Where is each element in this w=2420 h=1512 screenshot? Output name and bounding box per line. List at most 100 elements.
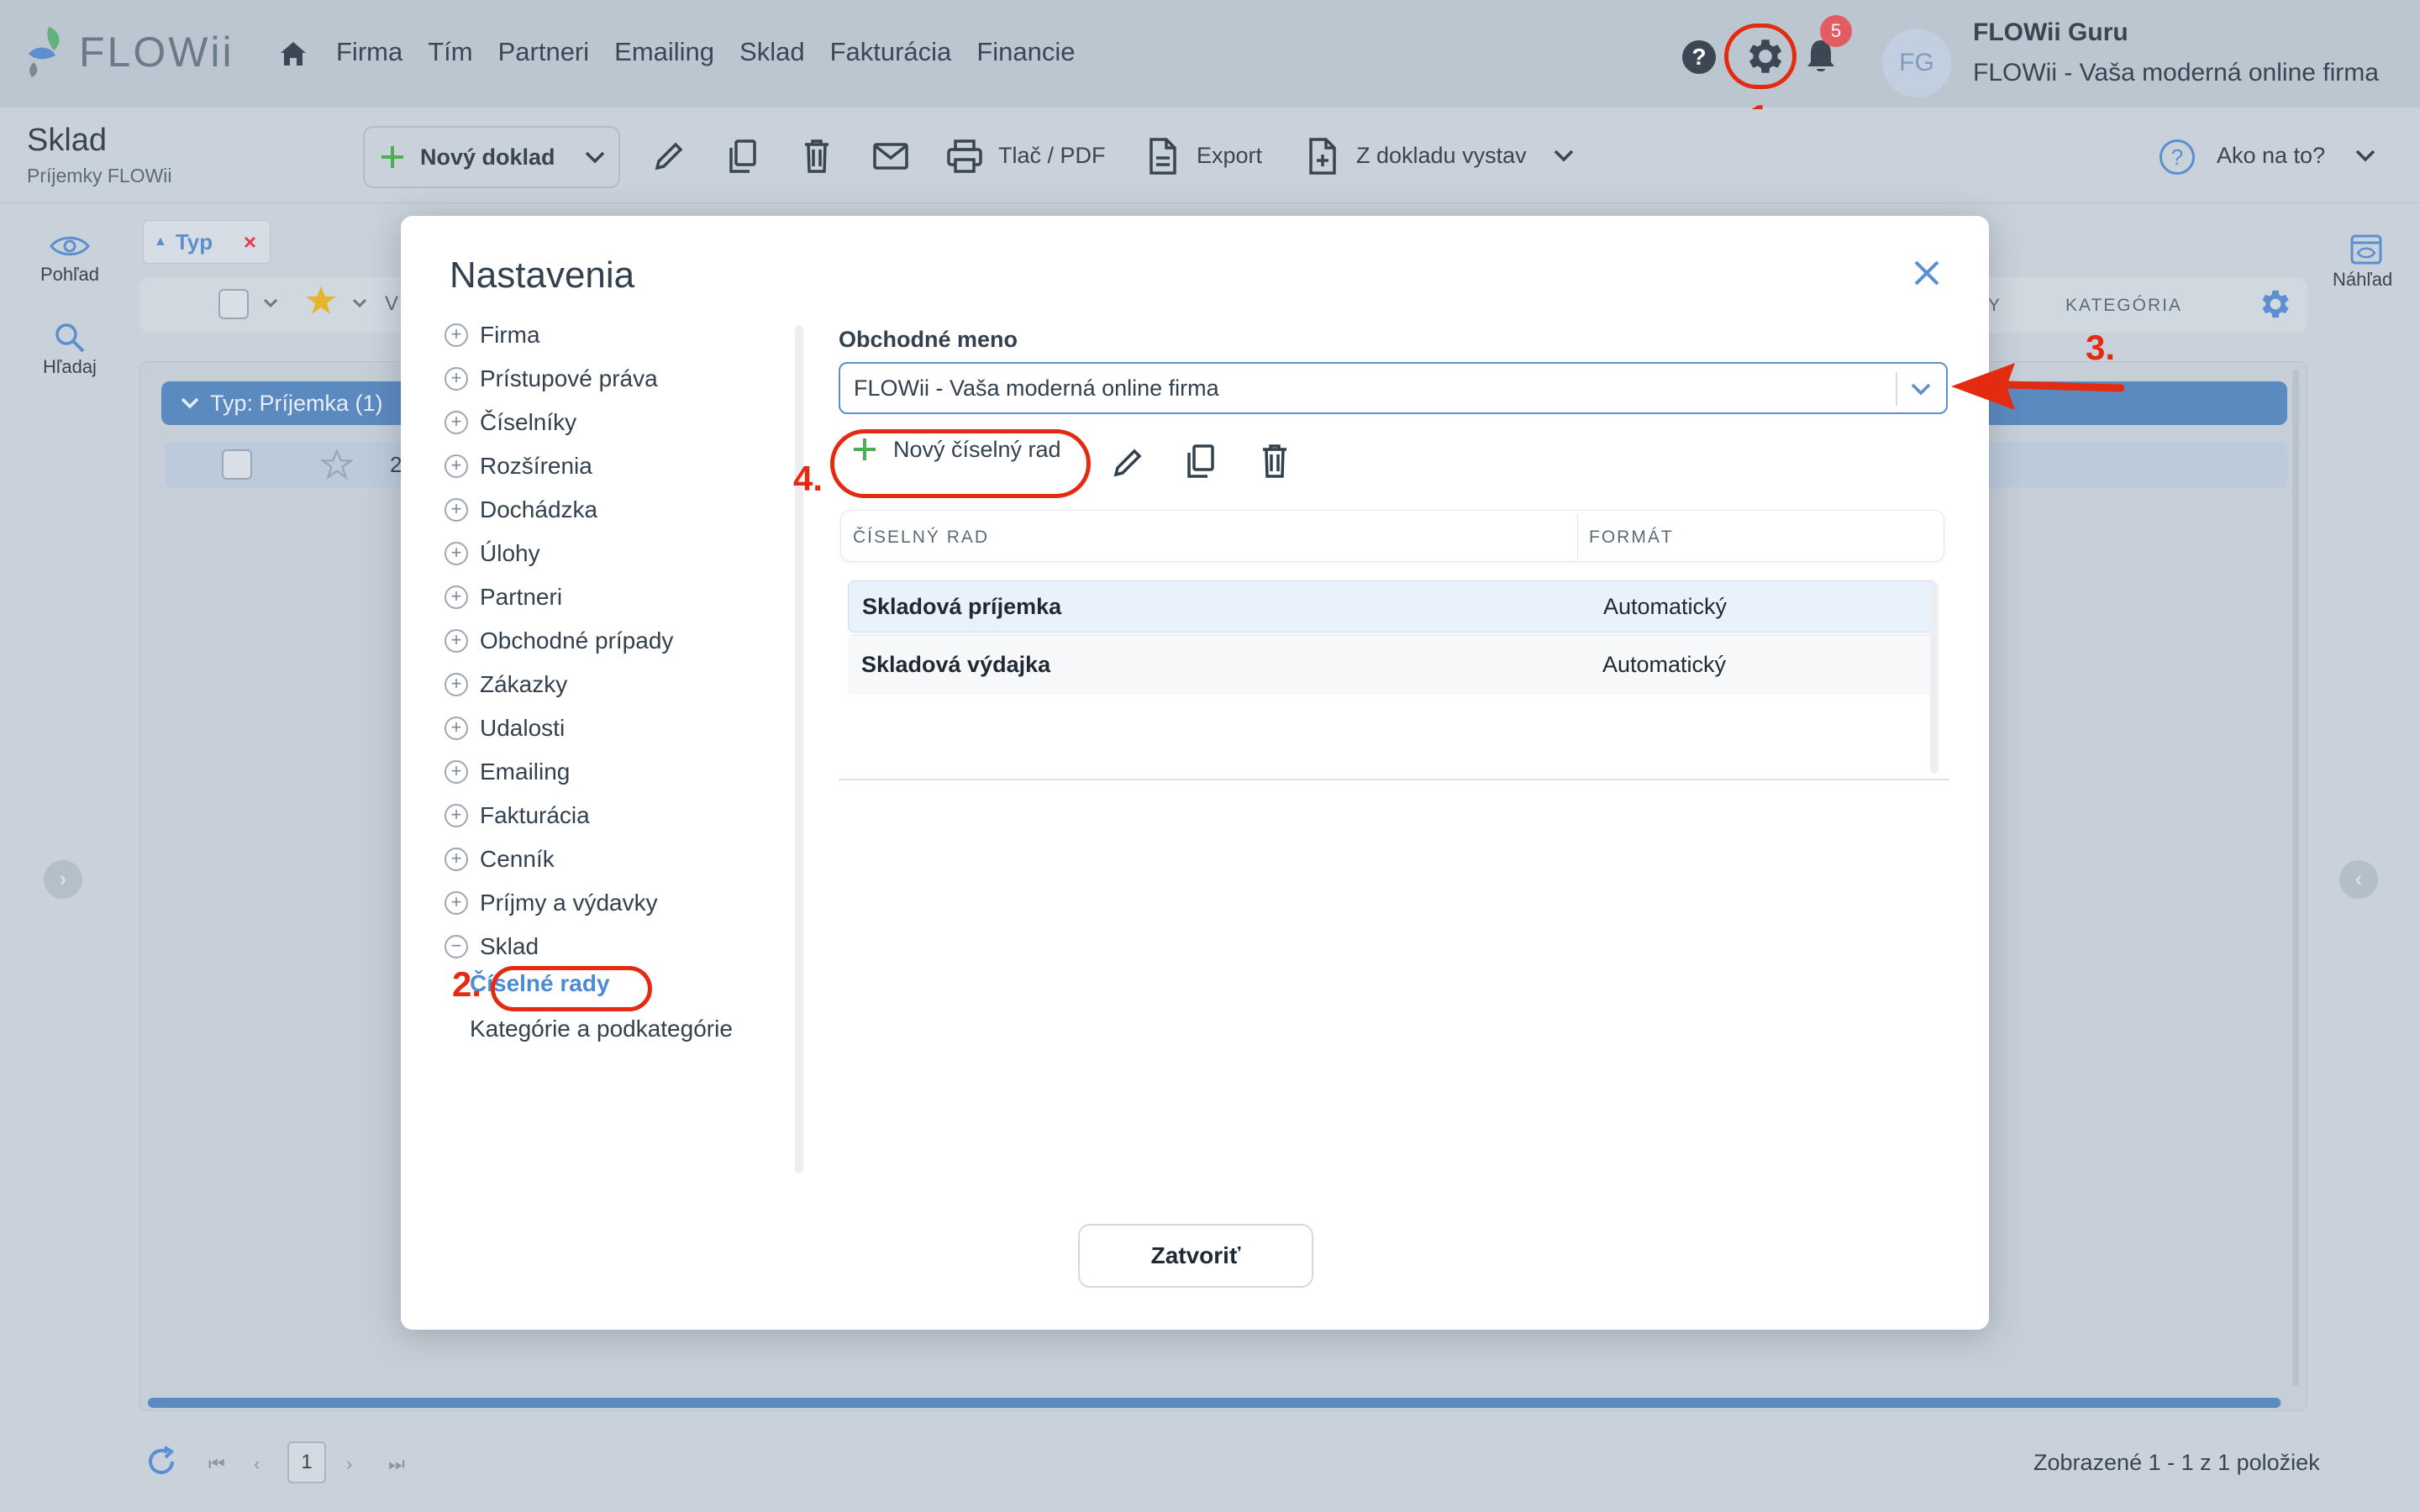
first-page-icon[interactable]: ⏮ bbox=[208, 1453, 225, 1475]
right-scroll-arrow-icon[interactable]: ‹ bbox=[2339, 860, 2378, 899]
user-name[interactable]: FLOWii Guru bbox=[1973, 18, 2128, 47]
type-filter-chip[interactable]: ▲ Typ × bbox=[143, 220, 271, 264]
document-add-icon[interactable] bbox=[1307, 138, 1338, 175]
edit-pencil-icon[interactable] bbox=[652, 138, 686, 175]
menu-item-sklad[interactable]: Sklad bbox=[739, 37, 805, 67]
sidebar-item-label: Rozšírenia bbox=[480, 453, 592, 479]
sidebar-item-obchodne-pripady[interactable]: + Obchodné prípady bbox=[445, 627, 673, 654]
question-circle-icon[interactable]: ? bbox=[2160, 139, 2195, 175]
delete-trash-icon[interactable] bbox=[802, 138, 832, 175]
copy-icon[interactable] bbox=[1184, 443, 1218, 480]
sidebar-item-cennik[interactable]: + Cenník bbox=[445, 846, 555, 873]
menu-item-firma[interactable]: Firma bbox=[336, 37, 402, 67]
series-format-cell: Automatický bbox=[1603, 594, 1728, 619]
sidebar-item-pristupove-prava[interactable]: + Prístupové práva bbox=[445, 365, 658, 392]
search-button[interactable]: Hľadaj bbox=[24, 321, 116, 378]
print-pdf-button[interactable]: Tlač / PDF bbox=[998, 143, 1106, 169]
preview-button[interactable] bbox=[2349, 234, 2383, 265]
sidebar-item-ciselniky[interactable]: + Číselníky bbox=[445, 409, 576, 436]
remove-filter-icon[interactable]: × bbox=[244, 229, 256, 255]
menu-item-tim[interactable]: Tím bbox=[428, 37, 472, 67]
series-name-cell: Skladová výdajka bbox=[861, 652, 1051, 677]
search-label: Hľadaj bbox=[43, 356, 97, 377]
new-document-button[interactable]: Nový doklad bbox=[363, 126, 620, 188]
pagination-info: Zobrazené 1 - 1 z 1 položiek bbox=[2033, 1450, 2320, 1475]
how-to-chevron-icon[interactable] bbox=[2354, 148, 2376, 163]
refresh-icon[interactable] bbox=[145, 1445, 178, 1478]
user-avatar[interactable]: FG bbox=[1882, 29, 1951, 97]
close-icon[interactable] bbox=[1912, 258, 1942, 288]
expand-plus-icon: + bbox=[445, 411, 468, 434]
sidebar-subitem-kategorie[interactable]: Kategórie a podkategórie bbox=[470, 1016, 733, 1042]
menu-item-financie[interactable]: Financie bbox=[976, 37, 1075, 67]
column-header-fragment-y: Y bbox=[1988, 296, 2001, 315]
menu-item-emailing[interactable]: Emailing bbox=[614, 37, 714, 67]
sidebar-item-dochadzka[interactable]: + Dochádzka bbox=[445, 496, 597, 523]
sidebar-item-rozsirenia[interactable]: + Rozšírenia bbox=[445, 453, 592, 480]
expand-plus-icon: + bbox=[445, 367, 468, 391]
favorite-star-icon[interactable] bbox=[304, 284, 338, 318]
sidebar-item-emailing[interactable]: + Emailing bbox=[445, 759, 570, 785]
business-name-label: Obchodné meno bbox=[839, 327, 1018, 352]
sidebar-item-udalosti[interactable]: + Udalosti bbox=[445, 715, 565, 742]
edit-pencil-icon[interactable] bbox=[1110, 443, 1145, 480]
chevron-down-icon[interactable] bbox=[584, 150, 606, 165]
favorite-chevron-icon[interactable] bbox=[351, 297, 368, 309]
how-to-button[interactable]: Ako na to? bbox=[2217, 143, 2325, 169]
expand-plus-icon: + bbox=[445, 498, 468, 522]
help-icon[interactable]: ? bbox=[1682, 40, 1716, 74]
select-all-chevron-icon[interactable] bbox=[262, 297, 279, 309]
expand-plus-icon: + bbox=[445, 848, 468, 871]
sidebar-item-label: Príjmy a výdavky bbox=[480, 890, 658, 916]
horizontal-scrollbar[interactable] bbox=[148, 1398, 2281, 1408]
last-page-icon[interactable]: ⏭ bbox=[388, 1453, 405, 1475]
row-star-icon[interactable] bbox=[321, 449, 353, 480]
table-row[interactable]: Skladová výdajka Automatický bbox=[848, 639, 1937, 691]
sidebar-item-label: Partneri bbox=[480, 584, 563, 610]
table-vertical-scrollbar[interactable] bbox=[1930, 582, 1939, 774]
next-page-icon[interactable]: › bbox=[346, 1453, 352, 1475]
sidebar-item-label: Číselníky bbox=[480, 409, 577, 435]
column-header-category[interactable]: KATEGÓRIA bbox=[2065, 296, 2182, 316]
row-checkbox[interactable] bbox=[222, 449, 252, 480]
sidebar-item-ulohy[interactable]: + Úlohy bbox=[445, 540, 540, 567]
flowii-logo-icon bbox=[29, 27, 60, 77]
view-button[interactable]: Pohľad bbox=[24, 234, 116, 286]
table-row[interactable]: Skladová príjemka Automatický bbox=[848, 580, 1937, 633]
chevron-down-icon[interactable] bbox=[1909, 377, 1933, 401]
annotation-arrow-icon bbox=[1951, 363, 2124, 410]
sidebar-item-firma[interactable]: + Firma bbox=[445, 322, 540, 349]
sidebar-item-sklad[interactable]: − Sklad bbox=[445, 933, 539, 960]
from-document-button[interactable]: Z dokladu vystav bbox=[1356, 143, 1527, 169]
previous-page-icon[interactable]: ‹ bbox=[254, 1453, 260, 1475]
menu-item-fakturacia[interactable]: Fakturácia bbox=[830, 37, 952, 67]
menu-item-partneri[interactable]: Partneri bbox=[498, 37, 590, 67]
column-header-series[interactable]: ČÍSELNÝ RAD bbox=[853, 528, 989, 548]
column-settings-gear-icon[interactable] bbox=[2257, 286, 2294, 323]
business-name-select[interactable]: FLOWii - Vaša moderná online firma bbox=[839, 362, 1948, 414]
sidebar-item-prijmy-a-vydavky[interactable]: + Príjmy a výdavky bbox=[445, 890, 658, 916]
expand-plus-icon: + bbox=[445, 585, 468, 609]
sidebar-item-fakturacia[interactable]: + Fakturácia bbox=[445, 802, 590, 829]
email-envelope-icon[interactable] bbox=[872, 138, 909, 175]
select-all-checkbox[interactable] bbox=[218, 289, 249, 319]
printer-icon[interactable] bbox=[946, 138, 983, 175]
current-page-number[interactable]: 1 bbox=[287, 1441, 326, 1483]
sort-up-icon: ▲ bbox=[154, 234, 167, 249]
column-header-format[interactable]: FORMÁT bbox=[1589, 528, 1674, 548]
home-icon[interactable] bbox=[279, 40, 308, 67]
sidebar-item-zakazky[interactable]: + Zákazky bbox=[445, 671, 567, 698]
sidebar-scrollbar[interactable] bbox=[795, 325, 803, 1173]
delete-trash-icon[interactable] bbox=[1260, 443, 1290, 480]
export-button[interactable]: Export bbox=[1197, 143, 1262, 169]
flowii-logo[interactable]: FLOWii bbox=[25, 25, 234, 79]
settings-modal: Nastavenia + Firma + Prístupové práva + Čís… bbox=[401, 216, 1989, 1330]
export-document-icon[interactable] bbox=[1148, 138, 1178, 175]
list-vertical-scrollbar[interactable] bbox=[2292, 370, 2299, 1386]
sidebar-item-label: Firma bbox=[480, 322, 540, 348]
left-scroll-arrow-icon[interactable]: › bbox=[44, 860, 82, 899]
close-button[interactable]: Zatvoriť bbox=[1078, 1224, 1313, 1288]
copy-icon[interactable] bbox=[726, 138, 760, 175]
from-document-chevron-icon[interactable] bbox=[1553, 148, 1575, 163]
sidebar-item-partneri[interactable]: + Partneri bbox=[445, 584, 562, 611]
